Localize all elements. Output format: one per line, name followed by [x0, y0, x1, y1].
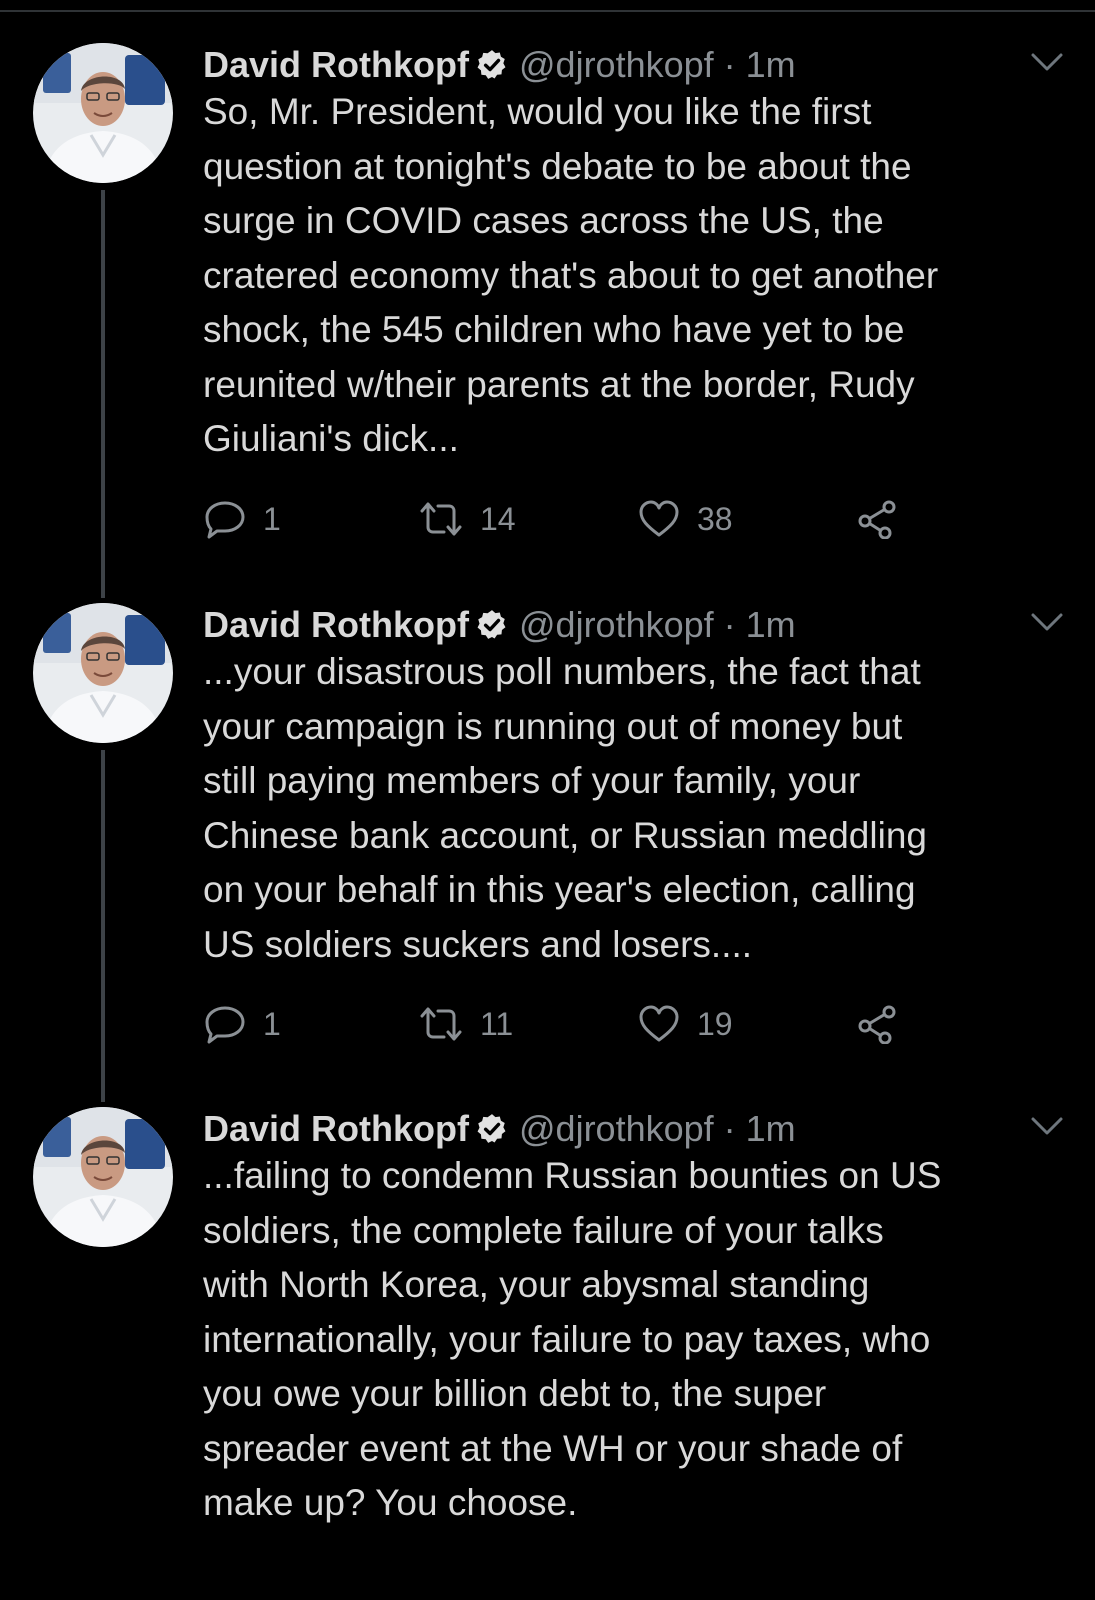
separator-dot: · [723, 1108, 736, 1149]
avatar-photo [33, 603, 173, 743]
author-name[interactable]: David Rothkopf [203, 44, 469, 86]
thread-connector-line [101, 750, 105, 1102]
avatar-photo [33, 1107, 173, 1247]
tweet-text: ...your disastrous poll numbers, the fac… [203, 651, 927, 965]
like-button[interactable]: 19 [637, 1002, 733, 1046]
retweet-icon [420, 502, 462, 536]
reply-count: 1 [263, 500, 281, 537]
separator-dot: · [723, 44, 736, 85]
reply-icon [205, 1006, 245, 1044]
thread-connector-line [101, 190, 105, 598]
tweet-actions: 1 11 19 [203, 1002, 923, 1046]
avatar[interactable] [33, 1107, 173, 1247]
retweet-button[interactable]: 14 [418, 497, 516, 541]
author-name[interactable]: David Rothkopf [203, 1108, 469, 1150]
like-count: 38 [697, 500, 733, 537]
tweet-actions: 1 14 38 [203, 497, 923, 541]
share-icon [858, 500, 896, 539]
tweet-header: David Rothkopf @djrothkopf · 1m [203, 43, 796, 87]
verified-badge-icon [475, 48, 509, 82]
avatar-photo [33, 43, 173, 183]
timestamp[interactable]: 1m [746, 604, 796, 646]
like-count: 19 [697, 1005, 733, 1042]
retweet-icon [420, 1007, 462, 1041]
tweet-text: ...failing to condemn Russian bounties o… [203, 1155, 942, 1523]
tweet-header: David Rothkopf @djrothkopf · 1m [203, 1107, 796, 1151]
chevron-down-icon[interactable] [1029, 609, 1065, 637]
author-handle[interactable]: @djrothkopf [519, 44, 714, 86]
share-button[interactable] [855, 1002, 899, 1046]
author-handle[interactable]: @djrothkopf [519, 1108, 714, 1150]
reply-button[interactable]: 1 [203, 1002, 281, 1046]
avatar[interactable] [33, 603, 173, 743]
timestamp[interactable]: 1m [746, 1108, 796, 1150]
top-divider [0, 10, 1095, 12]
author-name[interactable]: David Rothkopf [203, 604, 469, 646]
share-icon [858, 1005, 896, 1044]
retweet-button[interactable]: 11 [418, 1002, 513, 1046]
separator-dot: · [723, 604, 736, 645]
chevron-down-icon[interactable] [1029, 1113, 1065, 1141]
like-button[interactable]: 38 [637, 497, 733, 541]
retweet-count: 11 [480, 1005, 514, 1042]
timestamp[interactable]: 1m [746, 44, 796, 86]
tweet-text: So, Mr. President, would you like the fi… [203, 91, 939, 459]
chevron-down-icon[interactable] [1029, 49, 1065, 77]
heart-icon [639, 1005, 679, 1042]
verified-badge-icon [475, 1112, 509, 1146]
heart-icon [639, 500, 679, 537]
reply-button[interactable]: 1 [203, 497, 281, 541]
avatar[interactable] [33, 43, 173, 183]
reply-icon [205, 501, 245, 539]
share-button[interactable] [855, 497, 899, 541]
reply-count: 1 [263, 1005, 281, 1042]
tweet-header: David Rothkopf @djrothkopf · 1m [203, 603, 796, 647]
verified-badge-icon [475, 608, 509, 642]
author-handle[interactable]: @djrothkopf [519, 604, 714, 646]
retweet-count: 14 [480, 500, 516, 537]
